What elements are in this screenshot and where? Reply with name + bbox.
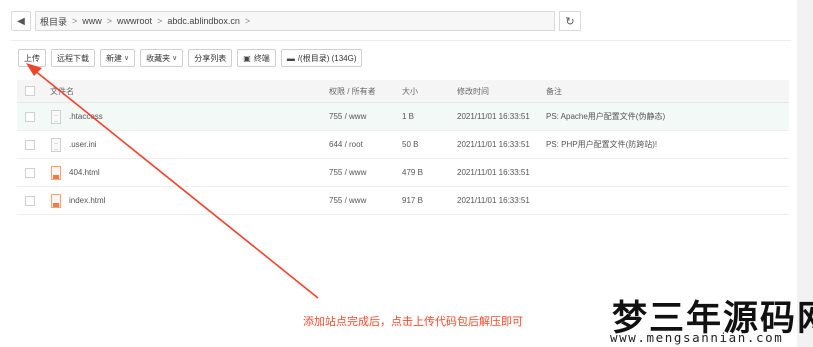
file-icon (51, 109, 61, 124)
chevron-down-icon: ∨ (124, 55, 130, 62)
file-name[interactable]: index.html (69, 187, 105, 214)
table-row[interactable]: 404.html 755 / www 479 B 2021/11/01 16:3… (17, 159, 789, 187)
file-perm[interactable]: 755 / www (329, 159, 366, 186)
share-list-label: 分享列表 (194, 53, 227, 63)
table-header: 文件名 权限 / 所有者 大小 修改时间 备注 (17, 80, 789, 103)
breadcrumb-separator: > (157, 16, 163, 26)
chevron-down-icon: ∨ (172, 55, 178, 62)
select-all-checkbox[interactable] (25, 86, 35, 96)
file-mtime: 2021/11/01 16:33:51 (457, 196, 530, 205)
favorites-label: 收藏夹 (146, 53, 171, 63)
disk-icon: ▬ (286, 53, 295, 63)
upload-button[interactable]: 上传 (18, 49, 46, 67)
table-row[interactable]: .htaccess 755 / www 1 B 2021/11/01 16:33… (17, 103, 789, 131)
header-name[interactable]: 文件名 (50, 80, 74, 102)
favorites-dropdown-button[interactable]: 收藏夹 ∨ (140, 49, 184, 67)
file-size: 479 B (402, 168, 423, 177)
file-name[interactable]: .user.ini (69, 131, 97, 158)
breadcrumb-item-site[interactable]: abdc.ablindbox.cn (167, 16, 240, 26)
breadcrumb-item-root[interactable]: 根目录 (40, 15, 67, 28)
header-note: 备注 (546, 86, 562, 96)
file-icon (51, 137, 61, 152)
breadcrumb-separator: > (244, 16, 251, 26)
remote-download-label: 远程下载 (57, 53, 89, 63)
header-mtime[interactable]: 修改时间 (457, 80, 489, 102)
breadcrumb-separator: > (72, 16, 78, 26)
terminal-icon: ▣ (243, 53, 251, 63)
address-bar: ◀ 根目录 > www > wwwroot > abdc.ablindbox.c… (11, 10, 583, 32)
terminal-label: 终端 (253, 53, 270, 63)
breadcrumb-item-www[interactable]: www (82, 16, 102, 26)
disk-label: /(根目录) (134G) (297, 53, 357, 63)
arrow-left-icon: ◀ (17, 15, 25, 27)
watermark-url: www.mengsannian.com (610, 330, 784, 345)
file-perm[interactable]: 755 / www (329, 187, 366, 214)
file-size: 1 B (402, 112, 415, 121)
file-perm[interactable]: 755 / www (329, 103, 366, 130)
terminal-button[interactable]: ▣ 终端 (237, 49, 276, 67)
row-checkbox[interactable] (25, 139, 35, 150)
new-label: 新建 (106, 53, 122, 63)
table-row[interactable]: .user.ini 644 / root 50 B 2021/11/01 16:… (17, 131, 789, 159)
file-toolbar: 上传 远程下载 新建 ∨ 收藏夹 ∨ 分享列表 ▣ 终端 ▬/(根目录) (134G) (18, 49, 363, 67)
breadcrumb-item-wwwroot[interactable]: wwwroot (117, 16, 152, 26)
annotation-caption: 添加站点完成后，点击上传代码包后解压即可 (303, 316, 523, 328)
file-name[interactable]: .htaccess (69, 103, 103, 130)
html-file-icon (51, 165, 61, 180)
divider (11, 40, 791, 41)
back-button[interactable]: ◀ (11, 11, 31, 31)
file-name[interactable]: 404.html (69, 159, 100, 186)
file-note: PS: Apache用户配置文件(伪静态) (546, 112, 666, 121)
row-checkbox[interactable] (25, 195, 35, 206)
file-perm[interactable]: 644 / root (329, 131, 363, 158)
breadcrumb-separator: > (106, 16, 113, 26)
html-file-icon (51, 193, 61, 208)
disk-button[interactable]: ▬/(根目录) (134G) (280, 49, 363, 67)
remote-download-button[interactable]: 远程下载 (51, 49, 95, 67)
row-checkbox[interactable] (25, 111, 35, 122)
file-mtime: 2021/11/01 16:33:51 (457, 168, 530, 177)
row-checkbox[interactable] (25, 167, 35, 178)
upload-button-label: 上传 (24, 53, 40, 63)
share-list-button[interactable]: 分享列表 (188, 49, 233, 67)
new-dropdown-button[interactable]: 新建 ∨ (100, 49, 136, 67)
table-row[interactable]: index.html 755 / www 917 B 2021/11/01 16… (17, 187, 789, 215)
breadcrumb[interactable]: 根目录 > www > wwwroot > abdc.ablindbox.cn … (35, 11, 555, 31)
file-mtime: 2021/11/01 16:33:51 (457, 140, 530, 149)
file-size: 50 B (402, 140, 419, 149)
file-table: 文件名 权限 / 所有者 大小 修改时间 备注 .htaccess 755 / … (17, 80, 789, 215)
header-perm[interactable]: 权限 / 所有者 (329, 80, 376, 102)
refresh-icon: ↻ (565, 15, 575, 28)
file-size: 917 B (402, 196, 423, 205)
file-note: PS: PHP用户配置文件(防跨站)! (546, 140, 658, 149)
refresh-button[interactable]: ↻ (559, 11, 581, 31)
header-size[interactable]: 大小 (402, 80, 418, 102)
file-mtime: 2021/11/01 16:33:51 (457, 112, 530, 121)
